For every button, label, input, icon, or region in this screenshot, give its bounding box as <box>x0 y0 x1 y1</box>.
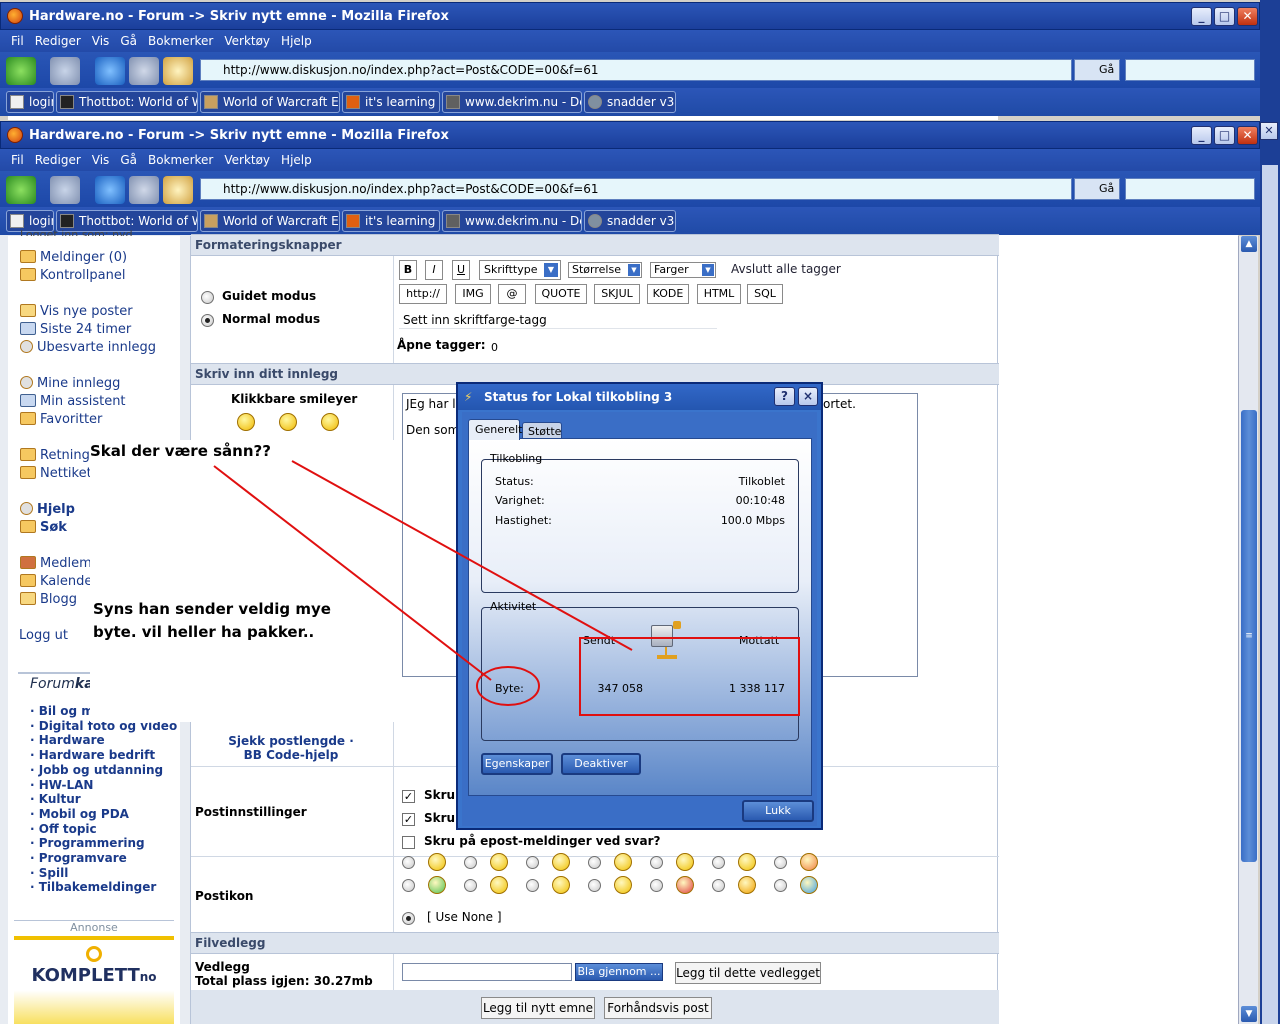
annotation-arrow-to-bytes <box>213 465 492 681</box>
tab-general[interactable]: Generelt <box>468 419 522 440</box>
annotation-arrow-to-counters <box>291 460 633 651</box>
annotation-circle-bytes <box>476 666 540 706</box>
annotation-overlay <box>213 460 800 716</box>
annotation-box-counters <box>579 637 800 716</box>
